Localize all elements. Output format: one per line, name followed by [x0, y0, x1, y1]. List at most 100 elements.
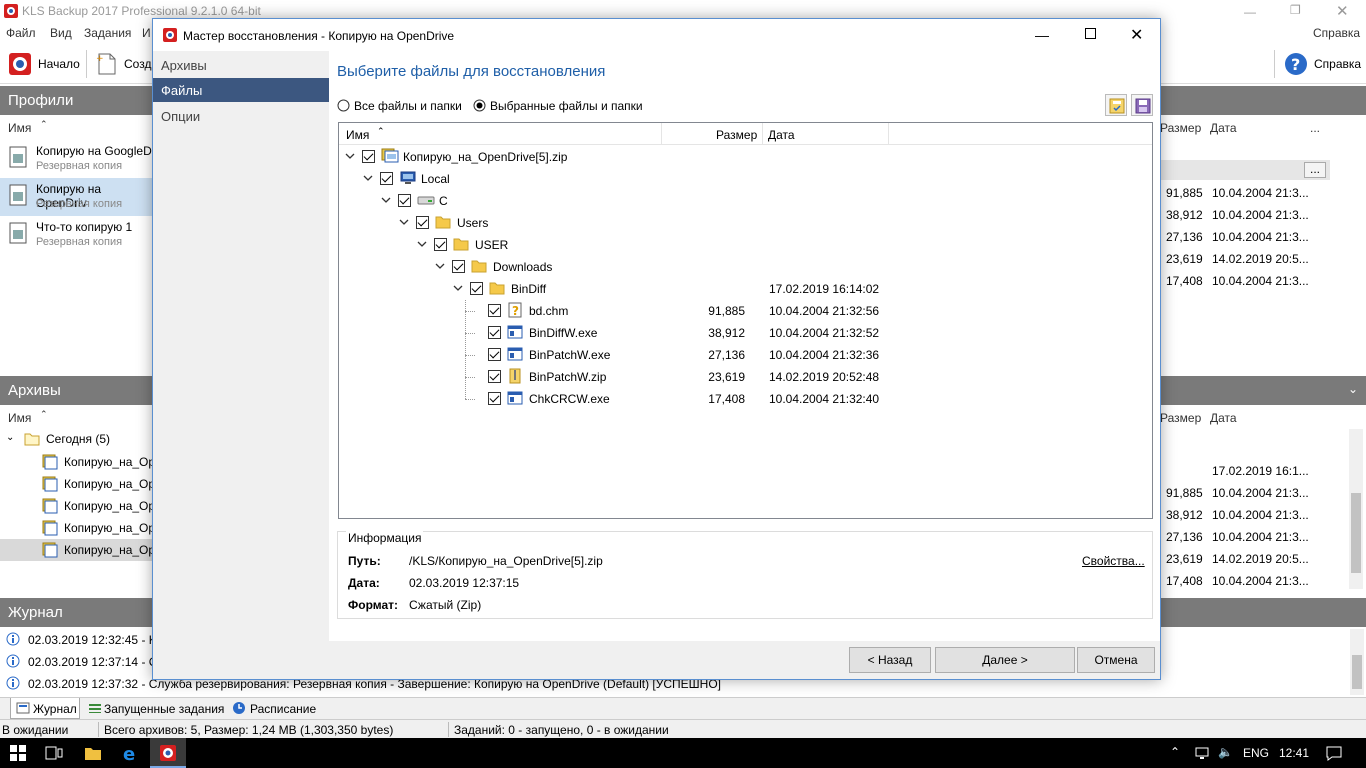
volume-icon[interactable]: 🔈 [1218, 745, 1233, 759]
archive-group-today[interactable]: ⌄ Сегодня (5) [0, 429, 152, 449]
archive-item[interactable]: Копирую_на_Op [0, 495, 155, 517]
help-button[interactable]: ? Справка [1278, 48, 1366, 80]
tree-row[interactable]: ? bd.chm 91,885 10.04.2004 21:32:56 [339, 300, 1147, 322]
column-divider[interactable] [888, 123, 889, 145]
menu-tasks[interactable]: Задания [84, 26, 131, 40]
menu-view[interactable]: Вид [50, 26, 72, 40]
tree-row[interactable]: BinPatchW.zip 23,619 14.02.2019 20:52:48 [339, 366, 1147, 388]
menu-file[interactable]: Файл [6, 26, 36, 40]
tree-row[interactable]: BinPatchW.exe 27,136 10.04.2004 21:32:36 [339, 344, 1147, 366]
tree-row[interactable]: C [339, 190, 1147, 212]
tree-row[interactable]: BinDiff 17.02.2019 16:14:02 [339, 278, 1147, 300]
archives-col-name[interactable]: Имя [8, 411, 31, 425]
archives-scrollbar[interactable] [1349, 429, 1363, 589]
taskbar-kls-app[interactable] [150, 738, 186, 768]
checkbox-checked[interactable] [488, 348, 501, 361]
tree-row[interactable]: Users [339, 212, 1147, 234]
checkbox-checked[interactable] [452, 260, 465, 273]
menu-more[interactable]: И [142, 26, 151, 40]
folder-icon [471, 258, 487, 274]
scrollbar-thumb[interactable] [1352, 655, 1362, 689]
archives-size: 17,408 [1166, 574, 1203, 588]
internet-explorer-icon[interactable]: e [122, 744, 140, 762]
network-icon[interactable] [1194, 746, 1210, 760]
tree-item-name: Копирую_на_OpenDrive[5].zip [403, 150, 568, 164]
column-divider[interactable] [661, 123, 662, 145]
checkbox-checked[interactable] [488, 370, 501, 383]
profile-item[interactable]: Копирую на GoogleD Резервная копия [0, 140, 152, 178]
tab-journal[interactable]: Журнал [10, 698, 80, 719]
archive-item[interactable]: Копирую_на_Op [0, 473, 155, 495]
wizard-step-options[interactable]: Опции [153, 104, 329, 128]
archives-col-size[interactable]: Размер [1160, 411, 1201, 425]
tree-row[interactable]: Копирую_на_OpenDrive[5].zip [339, 146, 1147, 168]
chevron-down-icon[interactable] [417, 239, 427, 249]
archives-col-date[interactable]: Дата [1210, 411, 1237, 425]
checkbox-checked[interactable] [434, 238, 447, 251]
tree-row[interactable]: BinDiffW.exe 38,912 10.04.2004 21:32:52 [339, 322, 1147, 344]
profiles-col-name[interactable]: Имя [8, 121, 31, 135]
archive-item-selected[interactable]: Копирую_на_Op [0, 539, 155, 561]
checkbox-checked[interactable] [362, 150, 375, 163]
journal-scrollbar[interactable] [1350, 629, 1364, 695]
profiles-col-date[interactable]: Дата [1210, 121, 1237, 135]
back-button[interactable]: < Назад [849, 647, 931, 673]
col-name-header[interactable]: Имя [346, 128, 369, 142]
checkbox-checked[interactable] [398, 194, 411, 207]
checkbox-checked[interactable] [488, 392, 501, 405]
save-selection-button[interactable] [1131, 94, 1153, 116]
radio-unchecked-icon[interactable] [337, 99, 350, 112]
tree-row[interactable]: Local [339, 168, 1147, 190]
chevron-down-icon[interactable] [453, 283, 463, 293]
chevron-down-icon[interactable] [345, 151, 355, 161]
wizard-step-files[interactable]: Файлы [153, 78, 329, 102]
load-selection-button[interactable] [1105, 94, 1127, 116]
start-windows-icon[interactable] [10, 745, 26, 761]
dialog-minimize-icon[interactable]: — [1035, 27, 1049, 43]
checkbox-checked[interactable] [488, 326, 501, 339]
file-explorer-icon[interactable] [84, 745, 102, 761]
tray-clock[interactable]: 12:41 [1279, 746, 1309, 760]
col-size-header[interactable]: Размер [716, 128, 757, 142]
chevron-down-icon[interactable] [363, 173, 373, 183]
scrollbar-thumb[interactable] [1351, 493, 1361, 573]
wizard-step-archives[interactable]: Архивы [153, 53, 329, 77]
task-view-icon[interactable] [45, 745, 63, 761]
notifications-icon[interactable] [1326, 745, 1342, 761]
chevron-down-icon[interactable] [399, 217, 409, 227]
column-divider[interactable] [762, 123, 763, 145]
checkbox-checked[interactable] [416, 216, 429, 229]
tray-lang[interactable]: ENG [1243, 746, 1269, 760]
checkbox-checked[interactable] [470, 282, 483, 295]
archive-item[interactable]: Копирую_на_Op [0, 517, 155, 539]
dialog-maximize-icon[interactable] [1085, 28, 1096, 39]
radio-checked-icon[interactable] [473, 99, 486, 112]
archive-icon [381, 148, 399, 164]
profiles-col-more[interactable]: ... [1310, 121, 1320, 135]
chevron-down-icon[interactable] [381, 195, 391, 205]
home-button[interactable]: Начало [2, 48, 86, 80]
profiles-col-size[interactable]: Размер [1160, 121, 1201, 135]
profiles-more-button[interactable]: ... [1304, 162, 1326, 178]
properties-link[interactable]: Свойства... [1082, 554, 1145, 568]
dialog-close-icon[interactable]: ✕ [1130, 25, 1143, 45]
minimize-icon[interactable]: — [1244, 5, 1256, 19]
chevron-down-icon[interactable]: ⌄ [6, 432, 14, 443]
chevron-down-icon[interactable] [435, 261, 445, 271]
profile-item-selected[interactable]: Копирую на OpenDriv Резервная копия [0, 178, 152, 216]
restore-icon[interactable]: ❐ [1290, 3, 1301, 17]
next-button[interactable]: Далее > [935, 647, 1075, 673]
profile-item[interactable]: Что-то копирую 1 Резервная копия [0, 216, 152, 254]
tray-expand-icon[interactable]: ⌃ [1170, 745, 1180, 759]
close-icon[interactable]: ✕ [1336, 2, 1349, 20]
tree-row[interactable]: Downloads [339, 256, 1147, 278]
tree-row[interactable]: ChkCRCW.exe 17,408 10.04.2004 21:32:40 [339, 388, 1147, 410]
collapse-chevron-icon[interactable]: ⌄ [1348, 382, 1358, 396]
archive-item[interactable]: Копирую_на_Op [0, 451, 155, 473]
col-date-header[interactable]: Дата [768, 128, 795, 142]
checkbox-checked[interactable] [380, 172, 393, 185]
checkbox-checked[interactable] [488, 304, 501, 317]
menu-help[interactable]: Справка [1313, 26, 1360, 40]
tree-row[interactable]: USER [339, 234, 1147, 256]
cancel-button[interactable]: Отмена [1077, 647, 1155, 673]
